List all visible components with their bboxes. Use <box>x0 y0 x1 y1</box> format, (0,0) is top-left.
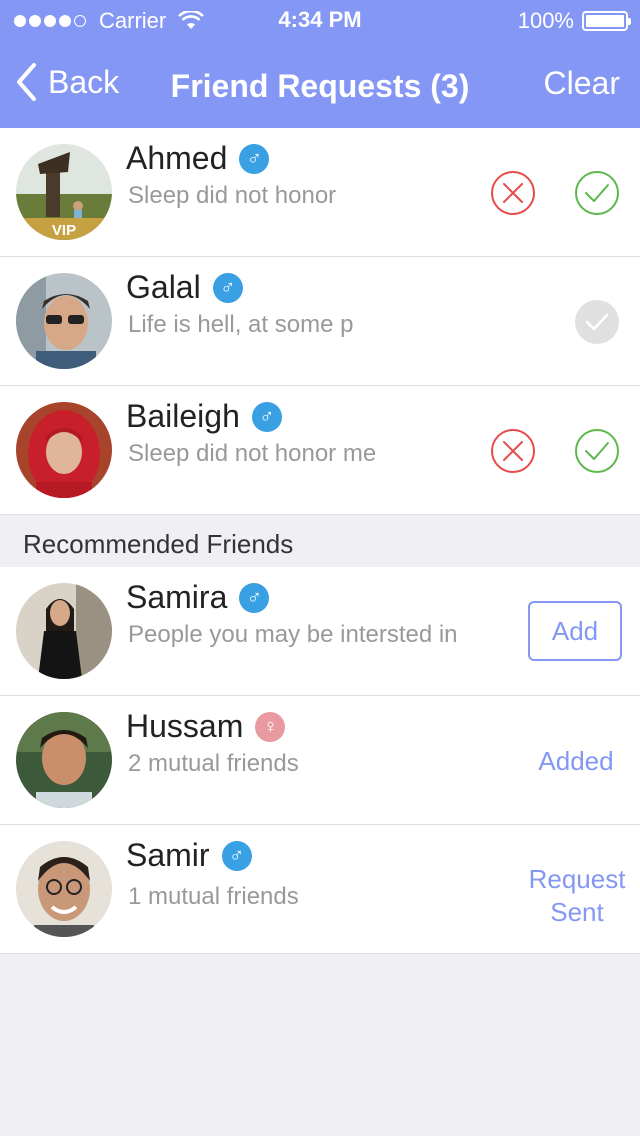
request-sent-status: Request Sent <box>518 863 636 929</box>
avatar[interactable]: VIP <box>16 144 112 240</box>
navigation-bar: Back Friend Requests (3) Clear <box>0 40 640 128</box>
request-sent-line2: Sent <box>550 897 604 927</box>
add-friend-button[interactable]: Add <box>528 601 622 661</box>
user-name-label: Samira <box>126 579 228 615</box>
avatar-photo <box>16 841 112 937</box>
check-circle-icon <box>575 429 619 473</box>
battery-percentage: 100% <box>517 8 574 33</box>
app-header: Carrier 4:34 PM 100% Back Friend Request… <box>0 0 640 128</box>
user-name-label: Hussam <box>126 708 244 744</box>
avatar[interactable] <box>16 583 112 679</box>
accept-button[interactable] <box>574 428 620 474</box>
friend-request-row[interactable]: Galal ♂ Life is hell, at some p <box>0 257 640 386</box>
x-circle-icon <box>491 171 535 215</box>
friend-request-row[interactable]: Baileigh ♂ Sleep did not honor me <box>0 386 640 515</box>
recommended-friend-row[interactable]: Samira ♂ People you may be intersted in … <box>0 567 640 696</box>
user-subtitle: 1 mutual friends <box>128 883 299 910</box>
user-subtitle: Sleep did not honor me <box>128 440 377 467</box>
user-name-label: Ahmed <box>126 140 228 176</box>
avatar[interactable] <box>16 712 112 808</box>
user-subtitle: Sleep did not honor <box>128 182 337 209</box>
avatar-photo: VIP <box>16 144 112 240</box>
user-name: Samir ♂ <box>126 837 252 874</box>
request-sent-line1: Request <box>528 864 626 894</box>
added-status: Added <box>538 746 614 776</box>
section-header-recommended: Recommended Friends <box>0 515 640 567</box>
avatar-photo <box>16 273 112 369</box>
avatar-photo <box>16 402 112 498</box>
recommended-friend-row[interactable]: Hussam ♀ 2 mutual friends Added <box>0 696 640 825</box>
user-name: Ahmed ♂ <box>126 140 270 177</box>
recommended-friend-row[interactable]: Samir ♂ 1 mutual friends Request Sent <box>0 825 640 954</box>
accept-button[interactable] <box>574 170 620 216</box>
user-name-label: Baileigh <box>126 398 240 434</box>
male-symbol-icon: ♂ <box>251 401 282 432</box>
avatar[interactable] <box>16 273 112 369</box>
user-name: Galal ♂ <box>126 269 243 306</box>
male-symbol-icon: ♂ <box>239 582 270 613</box>
user-subtitle: Life is hell, at some p <box>128 311 354 338</box>
decline-button[interactable] <box>490 170 536 216</box>
x-circle-icon <box>491 429 535 473</box>
avatar-photo <box>16 583 112 679</box>
user-name-label: Galal <box>126 269 201 305</box>
accepted-indicator <box>574 299 620 345</box>
user-subtitle: People you may be intersted in <box>128 621 458 648</box>
vip-badge: VIP <box>52 222 76 239</box>
user-subtitle: 2 mutual friends <box>128 750 299 777</box>
avatar[interactable] <box>16 841 112 937</box>
user-name-label: Samir <box>126 837 210 873</box>
user-name: Hussam ♀ <box>126 708 286 745</box>
check-circle-icon <box>575 300 619 344</box>
check-circle-icon <box>575 171 619 215</box>
decline-button[interactable] <box>490 428 536 474</box>
avatar[interactable] <box>16 402 112 498</box>
status-right: 100% <box>517 8 631 34</box>
battery-icon <box>582 11 631 31</box>
user-name: Samira ♂ <box>126 579 270 616</box>
clear-button[interactable]: Clear <box>544 65 620 102</box>
male-symbol-icon: ♂ <box>212 272 243 303</box>
status-bar: Carrier 4:34 PM 100% <box>0 0 640 40</box>
user-name: Baileigh ♂ <box>126 398 282 435</box>
male-symbol-icon: ♂ <box>221 840 252 871</box>
male-symbol-icon: ♂ <box>239 143 270 174</box>
female-symbol-icon: ♀ <box>255 711 286 742</box>
friend-request-row[interactable]: VIP Ahmed ♂ Sleep did not honor <box>0 128 640 257</box>
avatar-photo <box>16 712 112 808</box>
